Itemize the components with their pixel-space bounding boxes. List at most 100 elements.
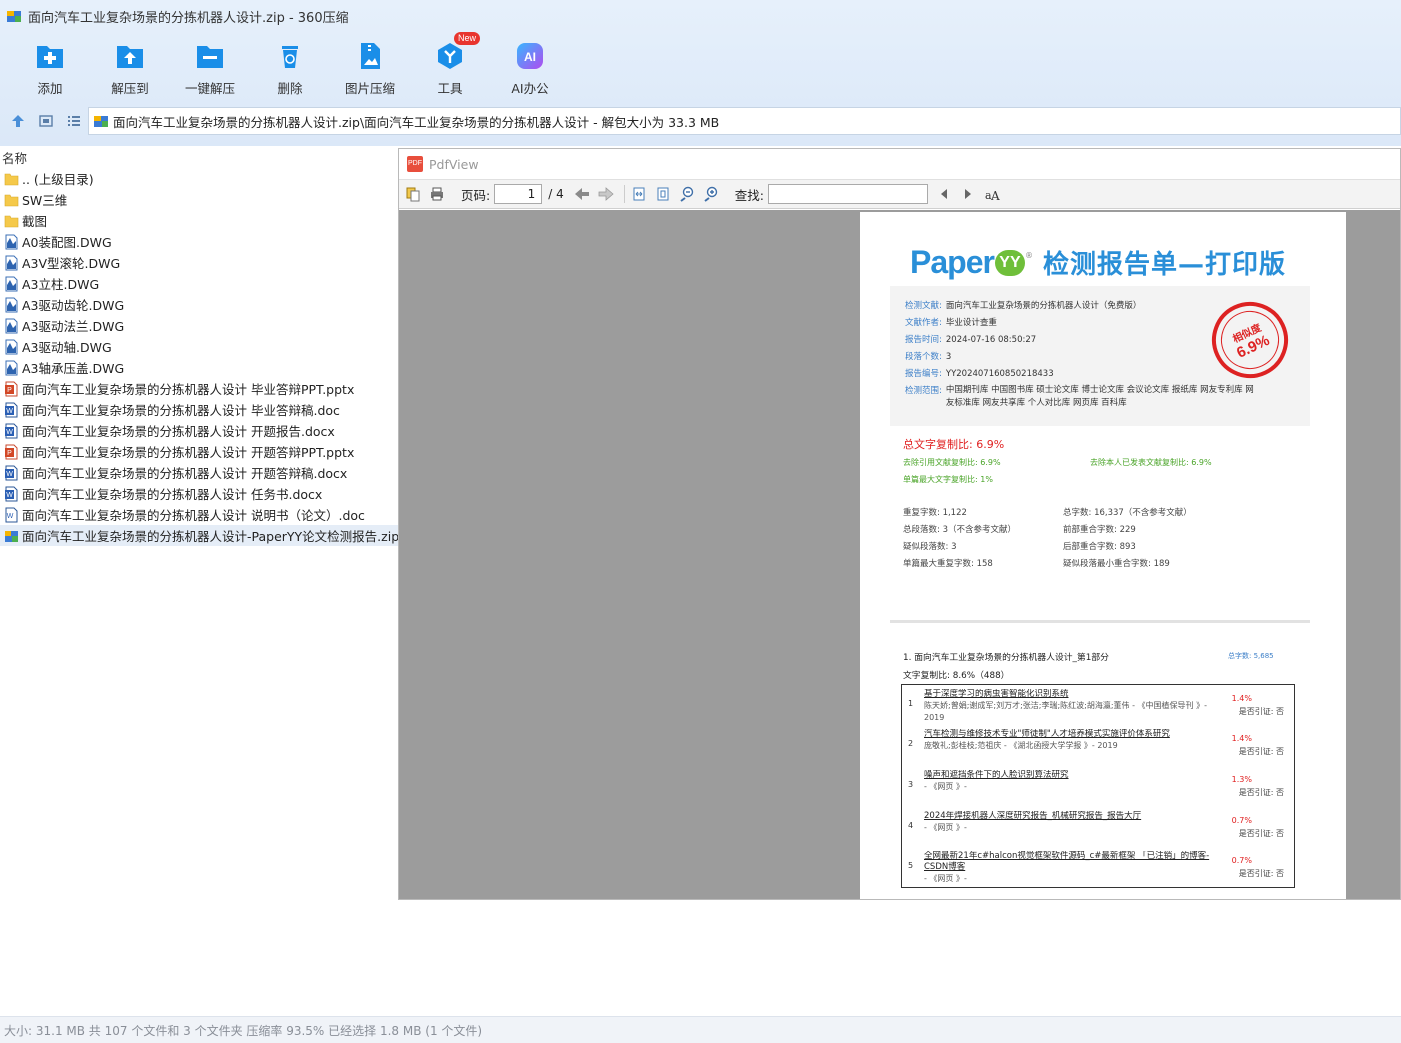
dwg-file-icon: [4, 234, 19, 250]
file-row[interactable]: W 面向汽车工业复杂场景的分拣机器人设计 说明书（论文）.doc: [0, 504, 398, 525]
file-row[interactable]: 面向汽车工业复杂场景的分拣机器人设计-PaperYY论文检测报告.zip: [0, 525, 398, 546]
file-row[interactable]: A3驱动法兰.DWG: [0, 315, 398, 336]
match-percent: 0.7%: [1231, 816, 1252, 825]
file-row[interactable]: W 面向汽车工业复杂场景的分拣机器人设计 任务书.docx: [0, 483, 398, 504]
one-click-extract-button[interactable]: 一键解压: [170, 36, 250, 98]
total-copy-ratio: 总文字复制比: 6.9%: [903, 438, 1005, 451]
info-key: 报告编号:: [905, 369, 942, 379]
one-click-extract-icon: [197, 46, 223, 68]
file-list: .. (上级目录) SW三维 截图 A0装配图.DWG A3V型滚轮.DWG A3立柱.D…: [0, 168, 398, 546]
file-row[interactable]: P 面向汽车工业复杂场景的分拣机器人设计 毕业答辩PPT.pptx: [0, 378, 398, 399]
prev-page-icon[interactable]: [572, 184, 592, 204]
address-bar[interactable]: 面向汽车工业复杂场景的分拣机器人设计.zip\面向汽车工业复杂场景的分拣机器人设…: [88, 107, 1401, 135]
file-name: A3轴承压盖.DWG: [22, 361, 125, 376]
match-number: 4: [908, 821, 914, 830]
add-button[interactable]: 添加: [10, 36, 90, 98]
ai-icon-text: AI: [524, 50, 536, 64]
match-cited: 是否引证: 否: [1238, 707, 1284, 716]
dwg-file-icon: [4, 318, 19, 334]
zoom-out-icon[interactable]: [677, 184, 697, 204]
pdf-canvas[interactable]: Paper YY ® 检测报告单—打印版 检测文献: 面向汽车工业复杂场景的分拣机…: [399, 210, 1400, 899]
match-title: 噪声和遮挡条件下的人脸识别算法研究: [924, 770, 1069, 780]
dwg-file-icon: [4, 297, 19, 313]
match-meta: - 《网页 》-: [924, 823, 967, 832]
info-value: 3: [945, 352, 952, 362]
stat-suspect-paras: 疑似段落数: 3: [903, 542, 957, 552]
find-next-icon[interactable]: [958, 184, 978, 204]
file-row[interactable]: .. (上级目录): [0, 168, 398, 189]
file-row[interactable]: W 面向汽车工业复杂场景的分拣机器人设计 毕业答辩稿.doc: [0, 399, 398, 420]
pdf-page: Paper YY ® 检测报告单—打印版 检测文献: 面向汽车工业复杂场景的分拣机…: [860, 212, 1346, 899]
file-name: A3V型滚轮.DWG: [22, 256, 121, 271]
file-row[interactable]: W 面向汽车工业复杂场景的分拣机器人设计 开题答辩稿.docx: [0, 462, 398, 483]
file-row[interactable]: A3驱动轴.DWG: [0, 336, 398, 357]
image-compress-button[interactable]: 图片压缩: [330, 36, 410, 98]
match-cited: 是否引证: 否: [1238, 869, 1284, 878]
copy-icon[interactable]: [403, 184, 423, 204]
info-key: 报告时间:: [905, 335, 942, 345]
zoom-in-icon[interactable]: [701, 184, 721, 204]
print-icon[interactable]: [427, 184, 447, 204]
word-file-icon: W: [4, 507, 19, 523]
delete-button[interactable]: 删除: [250, 36, 330, 98]
tools-button[interactable]: New 工具: [410, 32, 490, 98]
column-header-name[interactable]: 名称: [0, 148, 27, 166]
up-level-icon[interactable]: [8, 111, 28, 131]
stat-total-paras: 总段落数: 3（不含参考文献）: [903, 525, 1016, 535]
find-label: 查找:: [734, 187, 764, 203]
ai-office-button[interactable]: AI AI办公: [490, 36, 570, 98]
file-row[interactable]: 截图: [0, 210, 398, 231]
stat-max-single-dup: 单篇最大重复字数: 158: [903, 559, 993, 569]
image-compress-label: 图片压缩: [344, 81, 395, 96]
match-item: 1 基于深度学习的病虫害智能化识别系统 陈天娇;曾娟;谢成军;刘万才;张洁;李瑞…: [902, 685, 1294, 725]
match-percent: 1.4%: [1231, 734, 1252, 743]
find-input[interactable]: [767, 184, 928, 204]
zip-file-icon: [4, 528, 19, 544]
stat-total-chars: 总字数: 16,337（不含参考文献）: [1063, 508, 1192, 518]
info-value: 毕业设计查重: [945, 318, 997, 328]
excl-ref-ratio: 去除引用文献复制比: 6.9%: [903, 458, 1001, 467]
match-case-icon[interactable]: aA: [982, 184, 1002, 204]
next-page-icon[interactable]: [596, 184, 616, 204]
fit-page-icon[interactable]: [653, 184, 673, 204]
stat-front-overlap: 前部重合字数: 229: [1063, 525, 1136, 535]
info-line: 报告时间: 2024-07-16 08:50:27: [905, 333, 1036, 345]
find-prev-icon[interactable]: [934, 184, 954, 204]
file-row[interactable]: A0装配图.DWG: [0, 231, 398, 252]
svg-text:W: W: [6, 492, 13, 499]
info-value: 中国期刊库 中国图书库 硕士论文库 博士论文库 会议论文库 报纸库 网友专利库 …: [945, 385, 1254, 408]
file-list-pane: 名称 .. (上级目录) SW三维 截图 A0装配图.DWG A3V型滚轮.DWG A3立…: [0, 146, 398, 1016]
file-row[interactable]: A3立柱.DWG: [0, 273, 398, 294]
file-row[interactable]: SW三维: [0, 189, 398, 210]
svg-text:P: P: [7, 387, 12, 394]
file-row[interactable]: A3轴承压盖.DWG: [0, 357, 398, 378]
match-cited: 是否引证: 否: [1238, 747, 1284, 756]
stat-dup-chars: 重复字数: 1,122: [903, 508, 967, 518]
word-file-icon: W: [4, 486, 19, 502]
file-name: 面向汽车工业复杂场景的分拣机器人设计-PaperYY论文检测报告.zip: [22, 529, 398, 544]
fit-width-icon[interactable]: [629, 184, 649, 204]
file-name: A3驱动轴.DWG: [22, 340, 112, 355]
file-row[interactable]: A3V型滚轮.DWG: [0, 252, 398, 273]
page-number-input[interactable]: 1: [494, 184, 543, 204]
match-meta: - 《网页 》-: [924, 782, 967, 791]
folder-icon: [4, 213, 19, 229]
file-row[interactable]: W 面向汽车工业复杂场景的分拣机器人设计 开题报告.docx: [0, 420, 398, 441]
pdf-viewer: PDF PdfView 页码: 1 / 4 查找: a A Paper YY ®…: [398, 148, 1401, 900]
match-percent: 1.4%: [1231, 694, 1252, 703]
info-key: 检测文献:: [905, 301, 942, 311]
match-number: 5: [908, 861, 914, 870]
list-view-icon[interactable]: [64, 111, 84, 131]
match-percent: 0.7%: [1231, 856, 1252, 865]
file-row[interactable]: P 面向汽车工业复杂场景的分拣机器人设计 开题答辩PPT.pptx: [0, 441, 398, 462]
match-number: 1: [908, 699, 914, 708]
extract-to-button[interactable]: 解压到: [90, 36, 170, 98]
file-name: 面向汽车工业复杂场景的分拣机器人设计 开题答辩PPT.pptx: [22, 445, 355, 460]
dwg-file-icon: [4, 276, 19, 292]
word-file-icon: W: [4, 423, 19, 439]
file-name: 面向汽车工业复杂场景的分拣机器人设计 说明书（论文）.doc: [22, 508, 365, 523]
thumbnail-view-icon[interactable]: [36, 111, 56, 131]
file-row[interactable]: A3驱动齿轮.DWG: [0, 294, 398, 315]
address-row: 面向汽车工业复杂场景的分拣机器人设计.zip\面向汽车工业复杂场景的分拣机器人设…: [0, 104, 1401, 138]
match-meta: - 《网页 》-: [924, 874, 967, 883]
